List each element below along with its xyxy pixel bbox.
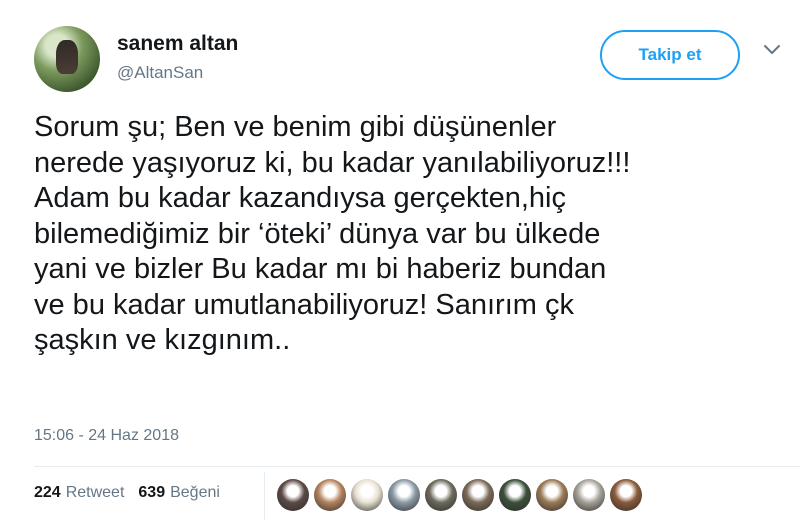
follow-button[interactable]: Takip et: [600, 30, 740, 80]
display-name[interactable]: sanem altan: [117, 32, 238, 56]
liker-avatar[interactable]: [610, 479, 642, 511]
tweet-timestamp[interactable]: 15:06 - 24 Haz 2018: [34, 427, 179, 445]
avatar-figure: [56, 40, 78, 74]
tweet-line: Adam bu kadar kazandıysa gerçekten,hiç: [34, 182, 566, 214]
chevron-down-icon[interactable]: [763, 44, 781, 56]
liker-avatar[interactable]: [314, 479, 346, 511]
retweet-count: 224: [34, 484, 61, 501]
like-stat[interactable]: 639 Beğeni: [138, 484, 220, 502]
stats-separator: [264, 472, 265, 520]
liker-avatar[interactable]: [536, 479, 568, 511]
tweet-line: nerede yaşıyoruz ki, bu kadar yanılabili…: [34, 146, 631, 179]
liker-avatar[interactable]: [573, 479, 605, 511]
user-handle[interactable]: @AltanSan: [117, 63, 203, 83]
profile-avatar[interactable]: [34, 26, 100, 92]
tweet-line: ve bu kadar umutlanabiliyoruz! Sanırım ç…: [34, 288, 574, 321]
liker-avatar[interactable]: [462, 479, 494, 511]
liker-avatar[interactable]: [499, 479, 531, 511]
liker-avatar[interactable]: [351, 479, 383, 511]
tweet-line: yani ve bizler Bu kadar mı bi haberiz bu…: [34, 253, 607, 285]
tweet-line: Sorum şu; Ben ve benim gibi düşünenler: [34, 111, 557, 143]
liker-avatar[interactable]: [277, 479, 309, 511]
liker-avatars: [277, 479, 647, 511]
tweet-line: şaşkın ve kızgınım..: [34, 324, 291, 356]
liker-avatar[interactable]: [425, 479, 457, 511]
tweet-stats: 224 Retweet 639 Beğeni: [34, 484, 234, 502]
like-label: Beğeni: [170, 484, 220, 501]
tweet-line: bilemediğimiz bir ‘öteki’ dünya var bu ü…: [34, 217, 601, 250]
like-count: 639: [138, 484, 166, 501]
liker-avatar[interactable]: [388, 479, 420, 511]
stats-top-divider: [34, 466, 800, 467]
retweet-label: Retweet: [65, 484, 125, 501]
tweet-text: Sorum şu; Ben ve benim gibi düşünenler n…: [34, 110, 794, 359]
retweet-stat[interactable]: 224 Retweet: [34, 484, 124, 502]
